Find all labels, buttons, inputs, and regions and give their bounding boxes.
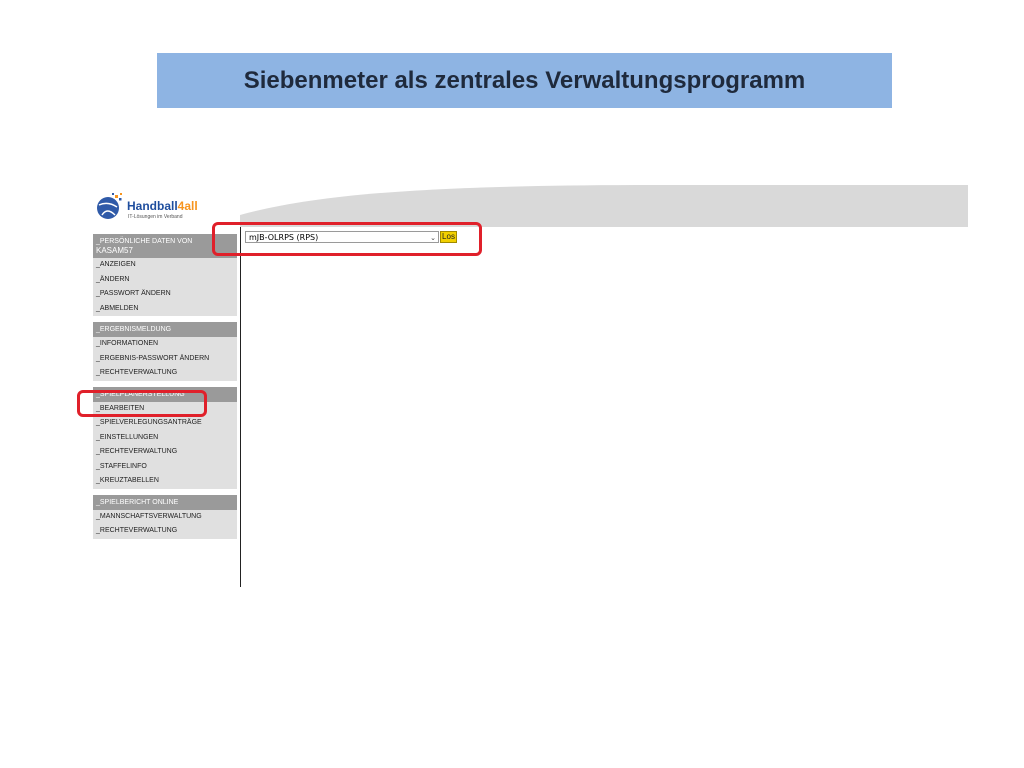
menu-item-passwort-aendern[interactable]: _PASSWORT ÄNDERN (93, 287, 237, 302)
handball4all-logo[interactable]: Handball4all IT-Lösungen im Verband (95, 188, 225, 224)
logo-tagline: IT-Lösungen im Verband (128, 214, 183, 220)
highlight-select-area (212, 222, 482, 256)
menu-item-anzeigen[interactable]: _ANZEIGEN (93, 258, 237, 273)
handball-logo-icon (97, 193, 122, 219)
menu-item-mannschaftsverwaltung[interactable]: _MANNSCHAFTSVERWALTUNG (93, 510, 237, 525)
menu-group-spielbericht-online: _SPIELBERICHT ONLINE _MANNSCHAFTSVERWALT… (93, 494, 237, 539)
menu-item-kreuztabellen[interactable]: _KREUZTABELLEN (93, 474, 237, 489)
menu-item-einstellungen[interactable]: _EINSTELLUNGEN (93, 431, 237, 446)
slide-title-banner: Siebenmeter als zentrales Verwaltungspro… (157, 53, 892, 108)
menu-group-header: _SPIELBERICHT ONLINE (93, 494, 237, 510)
menu-group-header: _ERGEBNISMELDUNG (93, 322, 237, 337)
menu-item-spielverlegungsantraege[interactable]: _SPIELVERLEGUNGSANTRÄGE (93, 416, 237, 431)
content-divider (240, 227, 241, 587)
menu-item-ergebnis-passwort[interactable]: _ERGEBNIS-PASSWORT ÄNDERN (93, 352, 237, 367)
slide-title: Siebenmeter als zentrales Verwaltungspro… (243, 66, 806, 94)
header-band (240, 185, 968, 227)
menu-item-informationen[interactable]: _INFORMATIONEN (93, 337, 237, 352)
menu-item-rechteverwaltung[interactable]: _RECHTEVERWALTUNG (93, 524, 237, 539)
logo-name: Handball4all (127, 199, 198, 213)
menu-item-rechteverwaltung[interactable]: _RECHTEVERWALTUNG (93, 366, 237, 381)
highlight-bearbeiten (77, 390, 207, 417)
menu-item-abmelden[interactable]: _ABMELDEN (93, 302, 237, 317)
menu-item-aendern[interactable]: _ÄNDERN (93, 273, 237, 288)
menu-group-ergebnismeldung: _ERGEBNISMELDUNG _INFORMATIONEN _ERGEBNI… (93, 322, 237, 381)
menu-item-staffelinfo[interactable]: _STAFFELINFO (93, 460, 237, 475)
menu-group-title: _PERSÖNLICHE DATEN VON (96, 238, 193, 245)
menu-item-rechteverwaltung[interactable]: _RECHTEVERWALTUNG (93, 445, 237, 460)
